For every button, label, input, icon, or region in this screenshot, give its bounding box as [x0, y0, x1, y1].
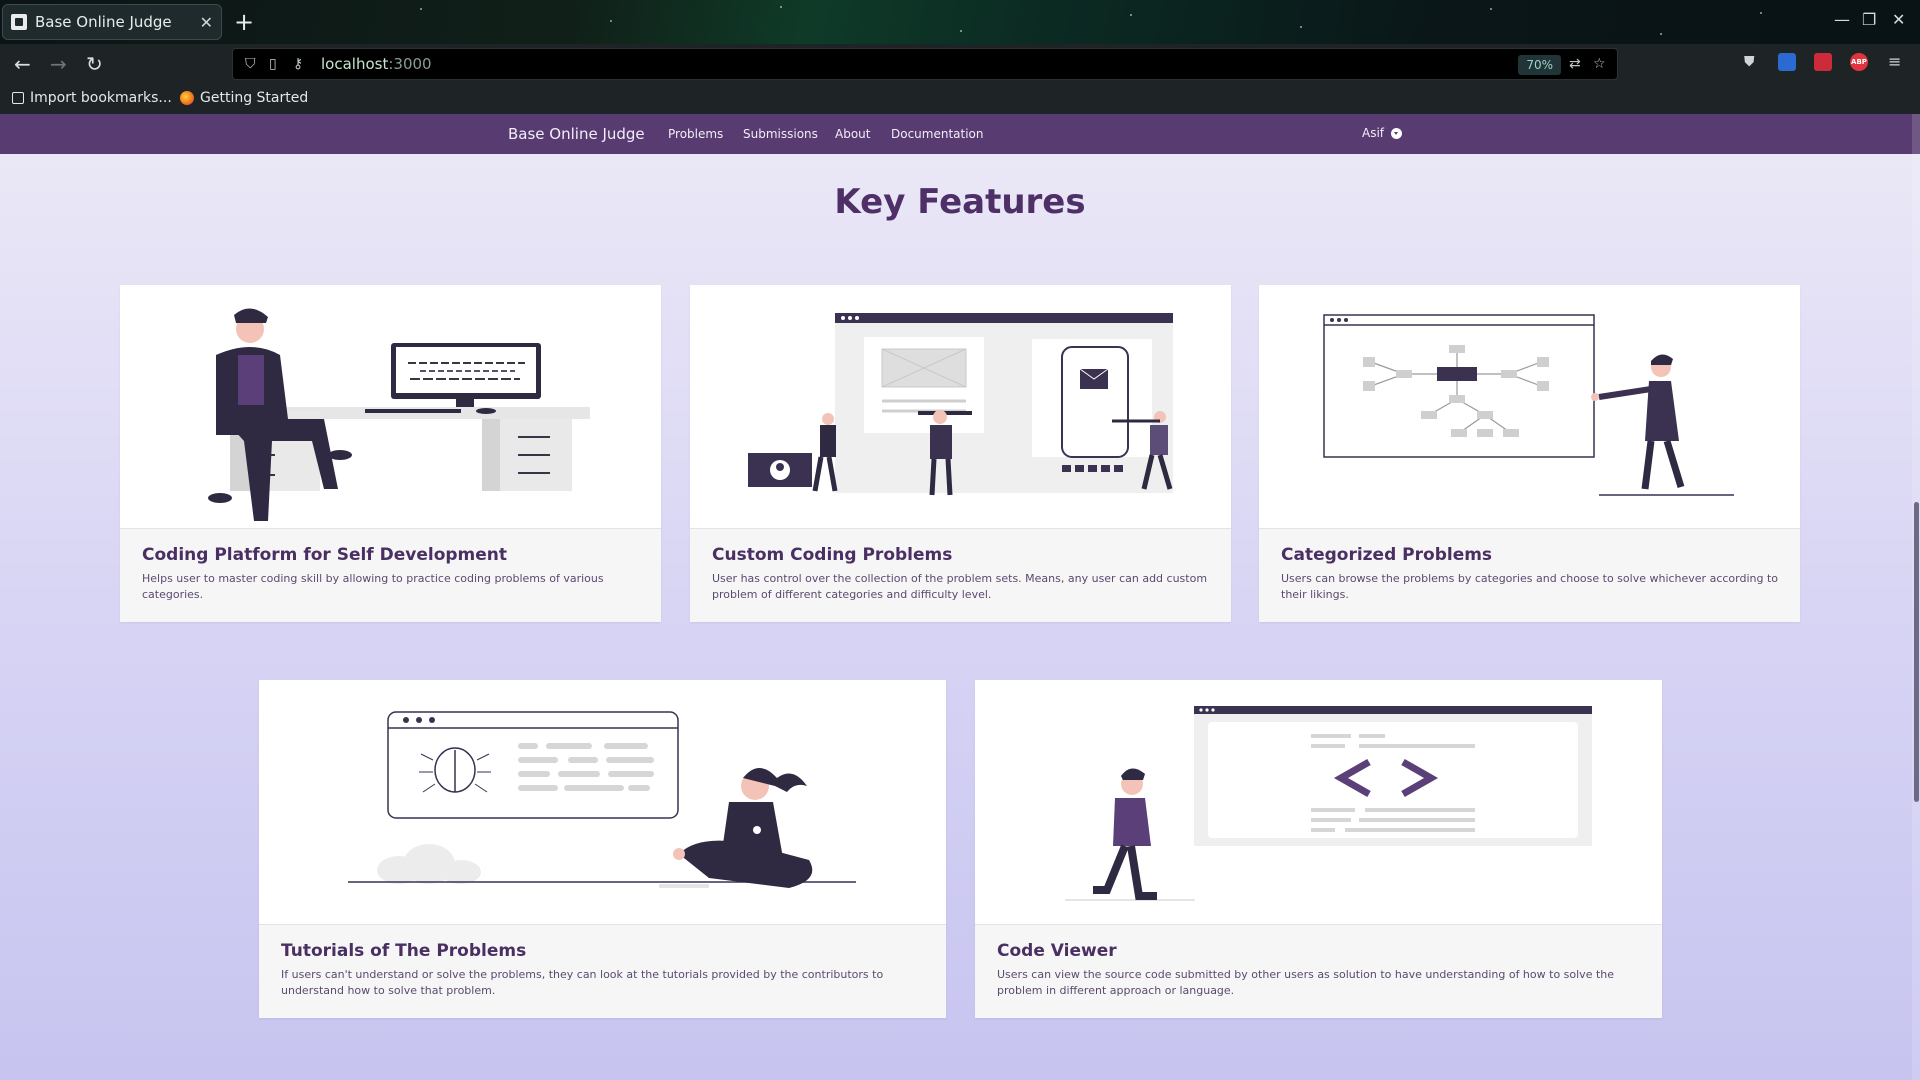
tab-title: Base Online Judge [35, 13, 172, 31]
close-window-button[interactable]: ✕ [1892, 10, 1905, 29]
firefox-icon [180, 91, 194, 105]
adblock-icon[interactable]: ABP [1850, 53, 1868, 71]
minimize-button[interactable]: — [1834, 10, 1850, 29]
scrollbar-thumb[interactable] [1914, 502, 1919, 802]
card-description: Helps user to master coding skill by all… [142, 572, 604, 601]
feature-card-self-development: Coding Platform for Self Development Hel… [120, 285, 661, 622]
user-menu[interactable]: Asif [1362, 126, 1403, 140]
translator-extension-icon[interactable] [1778, 53, 1796, 71]
nav-submissions[interactable]: Submissions [743, 127, 818, 141]
card-body: Custom Coding Problems User has control … [690, 529, 1231, 622]
card-illustration [120, 285, 661, 529]
card-description: If users can't understand or solve the p… [281, 968, 884, 997]
card-description: Users can view the source code submitted… [997, 968, 1615, 997]
card-title: Coding Platform for Self Development [142, 545, 508, 565]
card-illustration [975, 680, 1662, 925]
import-icon [12, 92, 24, 104]
forward-button[interactable]: → [50, 52, 67, 76]
page-info-icon[interactable]: ▯ [269, 56, 283, 72]
nav-problems[interactable]: Problems [668, 127, 723, 141]
extension-icon[interactable] [1814, 53, 1832, 71]
url-text[interactable]: localhost:3000 [321, 55, 432, 73]
card-body: Coding Platform for Self Development Hel… [120, 529, 661, 622]
browser-tab-strip: Base Online Judge ✕ + — ❐ ✕ [0, 0, 1920, 44]
web-page: Base Online Judge Problems Submissions A… [0, 114, 1920, 1080]
bookmarks-bar: Import bookmarks... Getting Started [0, 84, 1920, 114]
mind-map-illustration [1323, 314, 1734, 496]
feature-card-categorized-problems: Categorized Problems Users can browse th… [1259, 285, 1800, 622]
menu-icon[interactable]: ≡ [1888, 52, 1901, 71]
zoom-level-badge[interactable]: 70% [1518, 55, 1561, 75]
card-title: Custom Coding Problems [712, 545, 953, 565]
team-building-ui-illustration [748, 313, 1173, 496]
site-favicon-icon [11, 14, 27, 30]
restore-button[interactable]: ❐ [1862, 10, 1876, 29]
feature-card-custom-problems: Custom Coding Problems User has control … [690, 285, 1231, 622]
section-title: Key Features [834, 182, 1086, 222]
pocket-icon[interactable]: ⛊ [1744, 54, 1755, 70]
site-navbar: Base Online Judge Problems Submissions A… [0, 114, 1920, 154]
site-brand[interactable]: Base Online Judge [508, 125, 645, 143]
back-button[interactable]: ← [14, 52, 31, 76]
card-body: Tutorials of The Problems If users can't… [259, 925, 946, 1018]
developer-at-desk-illustration [208, 308, 590, 521]
card-title: Tutorials of The Problems [281, 941, 527, 961]
reload-button[interactable]: ↻ [86, 52, 103, 76]
feature-card-tutorials: Tutorials of The Problems If users can't… [259, 680, 946, 1018]
user-dropdown-icon [1391, 127, 1403, 139]
card-illustration [690, 285, 1231, 529]
code-viewer-illustration [1065, 706, 1592, 901]
card-description: Users can browse the problems by categor… [1281, 572, 1779, 601]
card-illustration [259, 680, 946, 925]
browser-tab[interactable]: Base Online Judge ✕ [2, 4, 222, 40]
nav-documentation[interactable]: Documentation [891, 127, 984, 141]
translate-icon[interactable]: ⇄ [1569, 56, 1583, 72]
debugging-illustration [348, 711, 856, 888]
address-bar[interactable]: ⛉ ▯ ⚷ localhost:3000 70% ⇄ ☆ [232, 48, 1618, 80]
feature-card-code-viewer: Code Viewer Users can view the source co… [975, 680, 1662, 1018]
card-description: User has control over the collection of … [712, 572, 1208, 601]
card-title: Code Viewer [997, 941, 1117, 961]
key-icon[interactable]: ⚷ [293, 56, 307, 72]
card-title: Categorized Problems [1281, 545, 1493, 565]
bookmark-getting-started[interactable]: Getting Started [180, 90, 308, 106]
card-body: Code Viewer Users can view the source co… [975, 925, 1662, 1018]
tab-close-icon[interactable]: ✕ [200, 13, 213, 32]
shield-icon[interactable]: ⛉ [245, 56, 259, 72]
bookmark-star-icon[interactable]: ☆ [1593, 56, 1607, 72]
bookmark-import[interactable]: Import bookmarks... [12, 90, 172, 106]
card-illustration [1259, 285, 1800, 529]
page-scrollbar[interactable] [1912, 114, 1920, 1080]
nav-about[interactable]: About [835, 127, 870, 141]
browser-navbar: ← → ↻ ⛉ ▯ ⚷ localhost:3000 70% ⇄ ☆ ⛊ ABP… [0, 44, 1920, 84]
card-body: Categorized Problems Users can browse th… [1259, 529, 1800, 622]
new-tab-button[interactable]: + [234, 8, 254, 36]
